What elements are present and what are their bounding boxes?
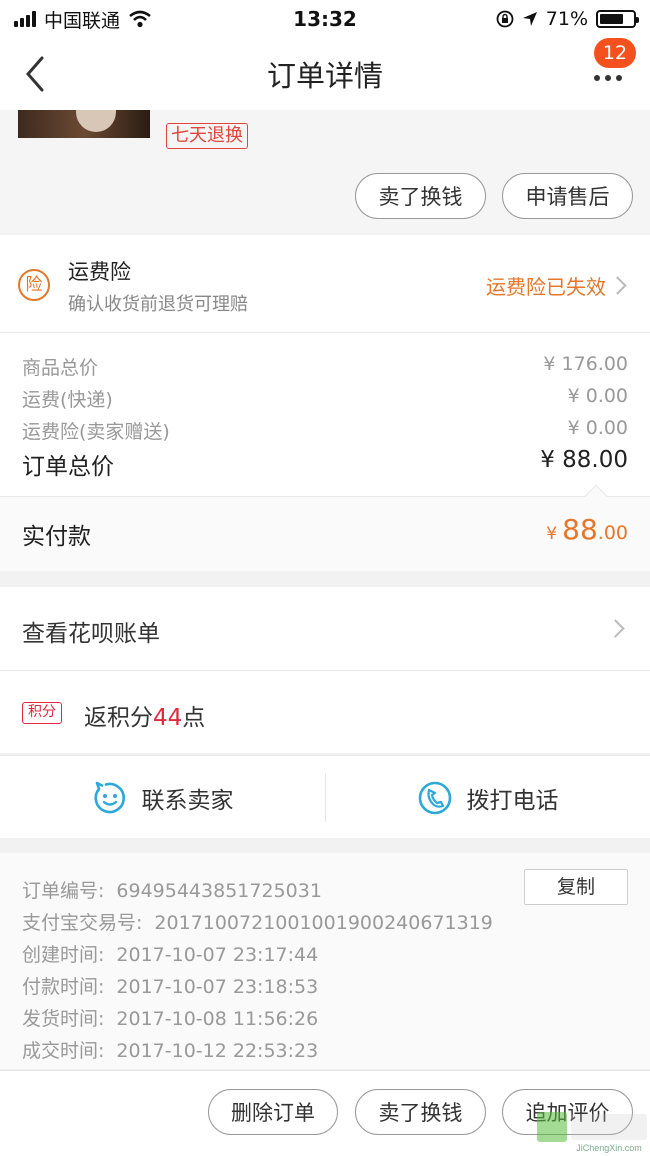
call-phone-label: 拨打电话 xyxy=(466,788,559,814)
insurance-subtitle: 确认收货前退货可理赔 xyxy=(68,294,248,315)
insurance-title: 运费险 xyxy=(68,260,131,284)
phone-icon xyxy=(418,781,451,815)
actual-payment-row: 实付款 ¥ 88.00 xyxy=(0,484,650,571)
points-text: 返积分44点 xyxy=(84,698,205,732)
signal-icon xyxy=(14,11,36,27)
battery-percent: 71% xyxy=(545,8,588,30)
watermark-site-text: JiChengXin.com xyxy=(576,1143,642,1153)
order-total-value: ¥ 88.00 xyxy=(540,447,628,473)
actual-payment-label: 实付款 xyxy=(22,524,91,550)
smiley-chat-icon xyxy=(93,781,125,814)
page-title: 订单详情 xyxy=(266,59,383,93)
shipping-label: 运费(快递) xyxy=(22,389,113,411)
paid-time-label: 付款时间: xyxy=(22,976,105,998)
shipping-insurance-row: 运费险(卖家赠送) ¥ 0.00 xyxy=(22,417,628,444)
status-bar: 中国联通 13:32 71% xyxy=(0,0,650,38)
goods-total-row: 商品总价 ¥ 176.00 xyxy=(22,353,628,380)
alipay-trade-line: 支付宝交易号: 2017100721001001900240671319 xyxy=(22,908,493,935)
paid-time-value: 2017-10-07 23:18:53 xyxy=(116,976,319,998)
product-section: 七天退换 卖了换钱 申请售后 xyxy=(0,110,650,233)
amount-decimal: .00 xyxy=(597,522,628,544)
points-prefix: 返积分 xyxy=(84,705,153,731)
insurance-price-card: 险 运费险 确认收货前退货可理赔 运费险已失效 商品总价 ¥ 176.00 运费… xyxy=(0,235,650,571)
points-tag: 积分 xyxy=(22,702,62,724)
rotation-lock-icon xyxy=(496,10,514,28)
product-thumbnail[interactable] xyxy=(18,110,150,138)
battery-icon xyxy=(596,10,639,28)
shipping-row: 运费(快递) ¥ 0.00 xyxy=(22,385,628,412)
seven-day-return-tag: 七天退换 xyxy=(166,123,248,149)
wifi-icon xyxy=(129,10,151,28)
contact-seller-button[interactable]: 联系卖家 xyxy=(0,756,325,840)
alipay-trade-value: 2017100721001001900240671319 xyxy=(154,912,493,934)
call-phone-button[interactable]: 拨打电话 xyxy=(325,756,650,840)
chevron-right-icon xyxy=(606,619,625,638)
copy-button[interactable]: 复制 xyxy=(524,869,628,905)
shipped-time-line: 发货时间: 2017-10-08 11:56:26 xyxy=(22,1004,318,1031)
shipped-time-value: 2017-10-08 11:56:26 xyxy=(116,1008,319,1030)
created-time-line: 创建时间: 2017-10-07 23:17:44 xyxy=(22,940,318,967)
shipping-value: ¥ 0.00 xyxy=(567,385,628,407)
created-time-value: 2017-10-07 23:17:44 xyxy=(116,944,319,966)
shipping-insurance-value: ¥ 0.00 xyxy=(567,417,628,439)
completed-time-value: 2017-10-12 22:53:23 xyxy=(116,1040,319,1062)
currency-symbol: ¥ xyxy=(546,524,558,544)
order-total-row: 订单总价 ¥ 88.00 xyxy=(22,447,628,481)
points-value: 44 xyxy=(153,705,183,731)
goods-total-label: 商品总价 xyxy=(22,357,99,379)
back-chevron-icon[interactable] xyxy=(20,54,50,94)
shipping-insurance-label: 运费险(卖家赠送) xyxy=(22,421,170,443)
actual-payment-amount: ¥ 88.00 xyxy=(546,513,628,546)
shipped-time-label: 发货时间: xyxy=(22,1008,105,1030)
battery-fill xyxy=(600,14,623,24)
goods-total-value: ¥ 176.00 xyxy=(543,353,628,375)
divider xyxy=(0,332,650,333)
huabei-bill-label: 查看花呗账单 xyxy=(22,621,160,647)
nav-bar: 订单详情 12 xyxy=(0,38,650,110)
order-number-line: 订单编号: 69495443851725031 xyxy=(22,876,322,903)
huabei-bill-row[interactable]: 查看花呗账单 xyxy=(0,587,650,670)
paid-time-line: 付款时间: 2017-10-07 23:18:53 xyxy=(22,972,318,999)
alipay-trade-label: 支付宝交易号: xyxy=(22,912,143,934)
insurance-icon: 险 xyxy=(18,269,50,301)
status-right: 71% xyxy=(496,8,639,30)
contact-card: 联系卖家 拨打电话 xyxy=(0,755,650,838)
completed-time-line: 成交时间: 2017-10-12 22:53:23 xyxy=(22,1036,318,1063)
chevron-right-icon xyxy=(608,276,627,295)
amount-integer: 88 xyxy=(562,513,598,546)
sell-for-cash-button[interactable]: 卖了换钱 xyxy=(355,173,486,219)
after-sale-button[interactable]: 申请售后 xyxy=(502,173,633,219)
order-number-value: 69495443851725031 xyxy=(116,880,322,902)
carrier-name: 中国联通 xyxy=(44,9,121,32)
divider xyxy=(0,670,650,671)
order-total-label: 订单总价 xyxy=(22,454,114,480)
status-left: 中国联通 xyxy=(14,6,496,33)
points-suffix: 点 xyxy=(182,705,206,731)
notch-decoration xyxy=(584,484,608,508)
notification-badge: 12 xyxy=(594,38,636,68)
huabei-points-card: 查看花呗账单 积分 返积分44点 xyxy=(0,587,650,753)
contact-seller-label: 联系卖家 xyxy=(141,788,234,814)
order-number-label: 订单编号: xyxy=(22,880,105,902)
delete-order-button[interactable]: 删除订单 xyxy=(208,1089,338,1135)
insurance-status[interactable]: 运费险已失效 xyxy=(486,271,606,300)
completed-time-label: 成交时间: xyxy=(22,1040,105,1062)
order-info-card: 复制 订单编号: 69495443851725031 支付宝交易号: 2017100… xyxy=(0,853,650,1069)
sell-for-cash-button-bottom[interactable]: 卖了换钱 xyxy=(355,1089,486,1135)
location-arrow-icon xyxy=(522,12,537,26)
created-time-label: 创建时间: xyxy=(22,944,105,966)
site-watermark-logo: JiChengXin.com xyxy=(537,1112,647,1153)
